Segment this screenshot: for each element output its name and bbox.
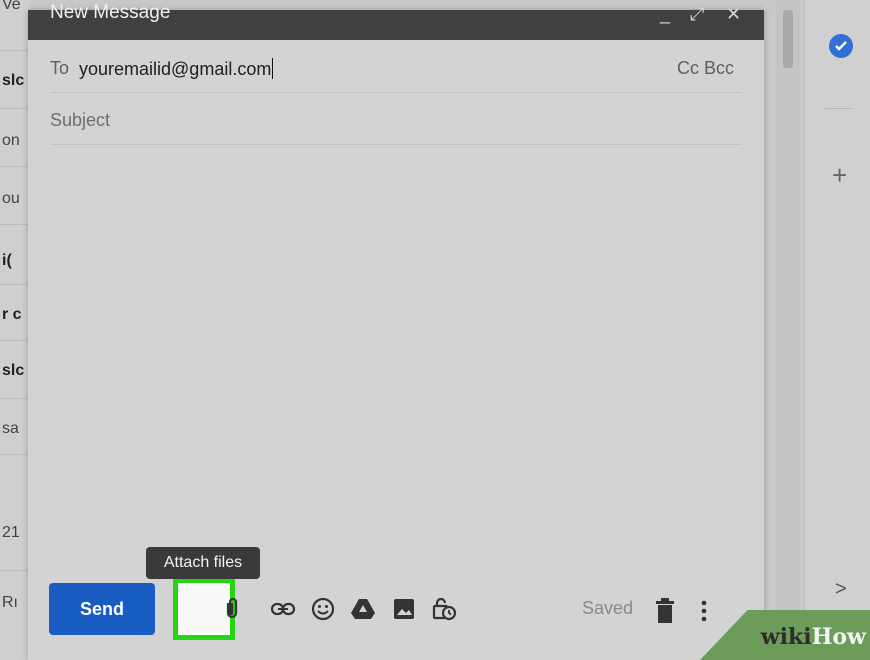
list-item[interactable]: slc	[2, 362, 24, 380]
list-item[interactable]: slc	[2, 72, 24, 90]
to-field[interactable]: youremailid@gmail.com	[79, 58, 274, 80]
list-item[interactable]: ou	[2, 190, 20, 208]
compose-title: New Message	[50, 2, 171, 23]
divider	[0, 50, 30, 51]
scrollbar-track[interactable]	[776, 0, 800, 660]
chevron-right-icon[interactable]: >	[835, 578, 847, 601]
to-field-value: youremailid@gmail.com	[79, 59, 272, 79]
divider	[0, 284, 30, 285]
add-addon-icon[interactable]: +	[832, 160, 847, 191]
photo-icon[interactable]	[391, 596, 417, 622]
list-item[interactable]: on	[2, 132, 20, 150]
watermark-text: wikiHow	[760, 624, 866, 650]
list-item[interactable]: 21	[2, 524, 20, 542]
drive-icon[interactable]	[350, 596, 376, 622]
expand-icon[interactable]: ⤢	[690, 4, 704, 25]
divider	[825, 108, 853, 109]
message-body[interactable]	[50, 150, 742, 570]
emoji-icon[interactable]	[310, 596, 336, 622]
link-icon[interactable]	[270, 596, 296, 622]
tooltip: Attach files	[146, 547, 260, 579]
attach-icon[interactable]	[219, 596, 245, 622]
list-item[interactable]: sa	[2, 420, 19, 438]
divider	[0, 224, 30, 225]
send-button[interactable]: Send	[49, 583, 155, 635]
divider	[0, 166, 30, 167]
divider	[0, 454, 30, 455]
compose-window: New Message _ ⤢ ✕ To youremailid@gmail.c…	[28, 2, 764, 660]
text-caret	[272, 58, 274, 79]
divider	[0, 398, 30, 399]
confidential-lock-icon[interactable]	[431, 596, 457, 622]
divider	[0, 570, 30, 571]
side-panel: + >	[804, 0, 870, 660]
draft-saved-status: Saved	[582, 598, 634, 618]
list-item[interactable]: Rı	[2, 594, 18, 612]
cc-bcc-link[interactable]: Cc Bcc	[677, 58, 734, 79]
list-item[interactable]: Ve	[2, 0, 21, 14]
list-item[interactable]: r c	[2, 306, 22, 324]
message-list-edge: Ve slc on ou i( r c slc sa 21 Rı	[0, 0, 30, 660]
tasks-icon[interactable]	[829, 34, 853, 58]
divider	[50, 92, 742, 93]
to-label: To	[50, 58, 70, 78]
trash-icon[interactable]	[654, 598, 676, 624]
close-icon[interactable]: ✕	[726, 4, 741, 25]
divider	[0, 108, 30, 109]
divider	[0, 340, 30, 341]
minimize-icon[interactable]: _	[660, 4, 670, 25]
list-item[interactable]: i(	[2, 252, 12, 270]
divider	[50, 144, 742, 145]
compose-header[interactable]: New Message _ ⤢ ✕	[28, 2, 764, 40]
subject-field[interactable]: Subject	[50, 110, 110, 131]
more-options-icon[interactable]	[698, 598, 710, 624]
scrollbar-thumb[interactable]	[783, 10, 793, 68]
